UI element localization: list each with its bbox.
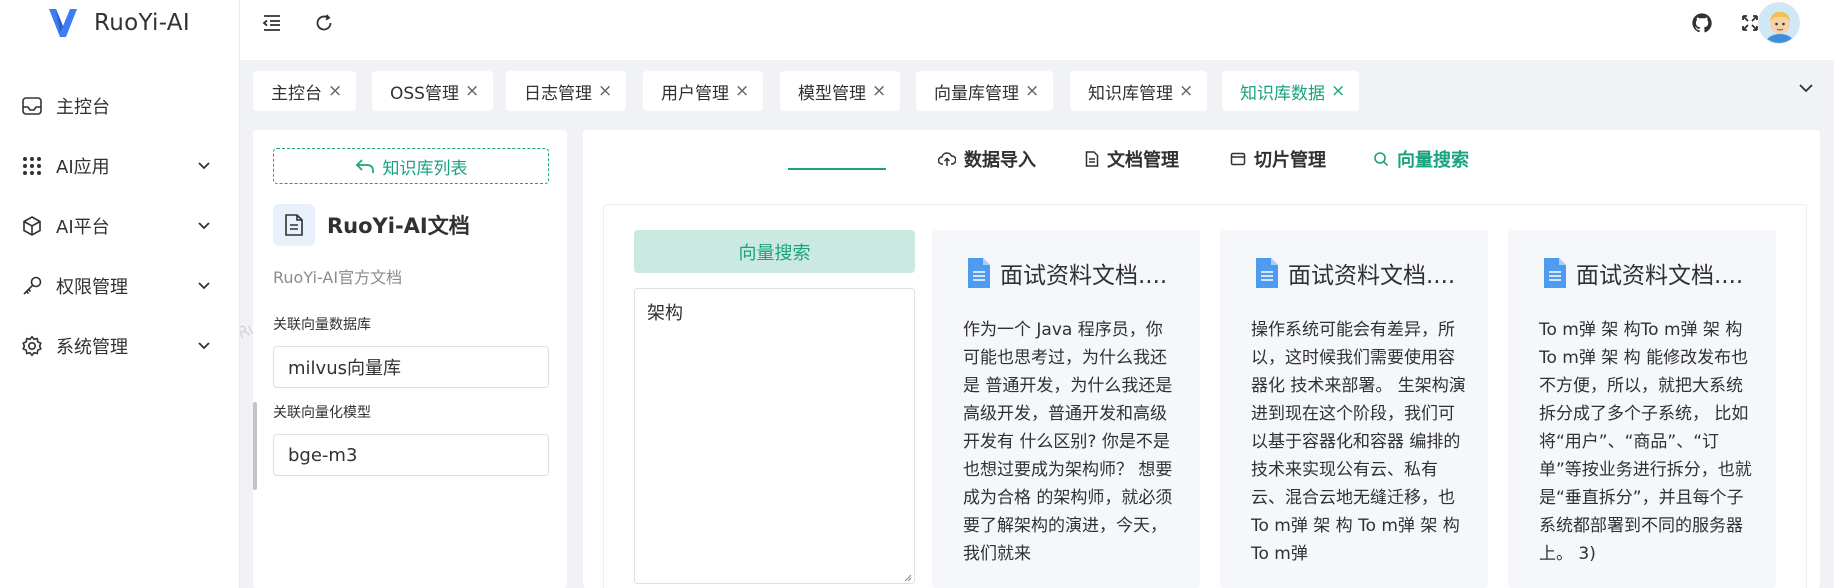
- github-icon[interactable]: [1690, 11, 1714, 35]
- close-icon[interactable]: ×: [1179, 82, 1193, 100]
- result-content: To m弹 架 构To m弹 架 构 To m弹 架 构 能修改发布也不方便，所…: [1539, 320, 1752, 564]
- result-content: 操作系统可能会有差异，所以，这时候我们需要使用容器化 技术来部署。 生架构演进到…: [1251, 320, 1466, 564]
- result-card-header: 面试资料文档....: [966, 256, 1167, 290]
- sidebar-item-label: AI应用: [56, 157, 110, 178]
- tag-oss[interactable]: OSS管理 ×: [372, 71, 494, 111]
- sidebar: RuoYi-AI 主控台 AI应用 AI平台 权限管理 系统管理: [0, 0, 240, 588]
- tab-label: 文档管理: [1107, 150, 1179, 171]
- scrollbar-thumb[interactable]: [253, 402, 257, 490]
- knowledge-title: RuoYi-AI文档: [327, 214, 470, 238]
- result-card-header: 面试资料文档....: [1542, 256, 1743, 290]
- resize-grip-icon[interactable]: [902, 572, 912, 582]
- sidebar-item-label: 系统管理: [56, 337, 128, 358]
- knowledge-list-label: 知识库列表: [382, 158, 468, 179]
- knowledge-header: RuoYi-AI文档: [273, 204, 470, 246]
- close-icon[interactable]: ×: [465, 82, 479, 100]
- result-content: 作为一个 Java 程序员，你可能也思考过，为什么我还是 普通开发，为什么我还是…: [963, 320, 1173, 564]
- knowledge-description: RuoYi-AI官方文档: [273, 268, 403, 287]
- active-tab-indicator: [788, 168, 886, 170]
- app-name: RuoYi-AI: [94, 10, 190, 36]
- tab-vector-search[interactable]: 向量搜索: [1373, 144, 1469, 174]
- chevron-down-icon: [198, 222, 210, 230]
- tab-label: 切片管理: [1254, 150, 1326, 171]
- tag-label: OSS管理: [390, 83, 459, 104]
- tag-users[interactable]: 用户管理 ×: [643, 71, 764, 111]
- gear-icon: [20, 334, 44, 358]
- result-card[interactable]: 面试资料文档.... To m弹 架 构To m弹 架 构 To m弹 架 构 …: [1508, 230, 1776, 588]
- file-text-icon: [1256, 258, 1278, 288]
- knowledge-list-button[interactable]: 知识库列表: [273, 148, 549, 184]
- sidebar-item-label: AI平台: [56, 217, 110, 238]
- sidebar-item-ai-apps[interactable]: AI应用: [0, 136, 239, 196]
- tag-label: 知识库管理: [1088, 83, 1173, 104]
- vector-db-field[interactable]: milvus向量库: [273, 346, 549, 388]
- tag-knowledge-admin[interactable]: 知识库管理 ×: [1070, 71, 1208, 111]
- tab-slice-management[interactable]: 切片管理: [1230, 144, 1326, 174]
- result-card[interactable]: 面试资料文档.... 操作系统可能会有差异，所以，这时候我们需要使用容器化 技术…: [1220, 230, 1488, 588]
- result-title: 面试资料文档....: [1288, 263, 1456, 289]
- vector-model-field[interactable]: bge-m3: [273, 434, 549, 476]
- tab-document-management[interactable]: 文档管理: [1085, 144, 1179, 174]
- search-query-input[interactable]: 架构: [634, 288, 915, 584]
- tags-bar: 主控台 × OSS管理 × 日志管理 × 用户管理 × 模型管理 × 向量库管理 × 知识库…: [240, 62, 1834, 118]
- file-text-icon: [968, 258, 990, 288]
- tag-label: 日志管理: [524, 83, 592, 104]
- close-icon[interactable]: ×: [872, 82, 886, 100]
- tag-models[interactable]: 模型管理 ×: [780, 71, 901, 111]
- top-header: [240, 0, 1834, 60]
- file-text-icon: [1544, 258, 1566, 288]
- tag-label: 用户管理: [661, 83, 729, 104]
- folder-icon: [1230, 152, 1246, 166]
- chevron-down-icon: [198, 342, 210, 350]
- result-title: 面试资料文档....: [1576, 263, 1744, 289]
- key-icon: [20, 274, 44, 298]
- result-card-header: 面试资料文档....: [1254, 256, 1455, 290]
- vector-search-button[interactable]: 向量搜索: [634, 230, 915, 273]
- cube-icon: [20, 214, 44, 238]
- sidebar-item-permissions[interactable]: 权限管理: [0, 256, 239, 316]
- chevron-down-icon: [198, 162, 210, 170]
- back-arrow-icon: [355, 159, 374, 173]
- cloud-upload-icon: [938, 152, 956, 166]
- menu-fold-icon[interactable]: [260, 11, 284, 35]
- avatar[interactable]: [1758, 2, 1800, 44]
- tag-label: 模型管理: [798, 83, 866, 104]
- tag-label: 主控台: [271, 83, 322, 104]
- close-icon[interactable]: ×: [735, 82, 749, 100]
- sidebar-menu: 主控台 AI应用 AI平台 权限管理 系统管理: [0, 76, 239, 376]
- sidebar-item-ai-platform[interactable]: AI平台: [0, 196, 239, 256]
- document-icon: [1085, 151, 1099, 167]
- tab-label: 向量搜索: [1397, 150, 1469, 171]
- sidebar-item-system[interactable]: 系统管理: [0, 316, 239, 376]
- close-icon[interactable]: ×: [598, 82, 612, 100]
- result-card[interactable]: 面试资料文档.... 作为一个 Java 程序员，你可能也思考过，为什么我还是 …: [932, 230, 1200, 588]
- knowledge-info-panel: 知识库列表 RuoYi-AI文档 RuoYi-AI官方文档 关联向量数据库 mi…: [253, 130, 567, 588]
- tag-label: 向量库管理: [934, 83, 1019, 104]
- sidebar-item-label: 主控台: [56, 97, 110, 118]
- tag-knowledge-data[interactable]: 知识库数据 ×: [1222, 71, 1360, 111]
- sidebar-item-dashboard[interactable]: 主控台: [0, 76, 239, 136]
- search-icon: [1374, 152, 1389, 167]
- brand[interactable]: RuoYi-AI: [0, 0, 239, 46]
- grid-dots-icon: [20, 154, 44, 178]
- tab-data-import[interactable]: 数据导入: [938, 144, 1036, 174]
- ruoyi-logo-icon: [49, 9, 77, 37]
- close-icon[interactable]: ×: [1025, 82, 1039, 100]
- tag-vector-db[interactable]: 向量库管理 ×: [916, 71, 1054, 111]
- vector-model-label: 关联向量化模型: [273, 405, 371, 421]
- tag-label: 知识库数据: [1240, 83, 1325, 104]
- chevron-down-icon: [198, 282, 210, 290]
- vector-db-label: 关联向量数据库: [273, 317, 371, 333]
- document-icon: [273, 204, 315, 246]
- tag-logs[interactable]: 日志管理 ×: [506, 71, 627, 111]
- tag-dashboard[interactable]: 主控台 ×: [253, 71, 357, 111]
- close-icon[interactable]: ×: [328, 82, 342, 100]
- sidebar-item-label: 权限管理: [56, 277, 128, 298]
- chevron-down-icon[interactable]: [1796, 78, 1816, 98]
- close-icon[interactable]: ×: [1331, 82, 1345, 100]
- refresh-icon[interactable]: [312, 11, 336, 35]
- inbox-icon: [20, 94, 44, 118]
- result-title: 面试资料文档....: [1000, 263, 1168, 289]
- tab-label: 数据导入: [964, 150, 1036, 171]
